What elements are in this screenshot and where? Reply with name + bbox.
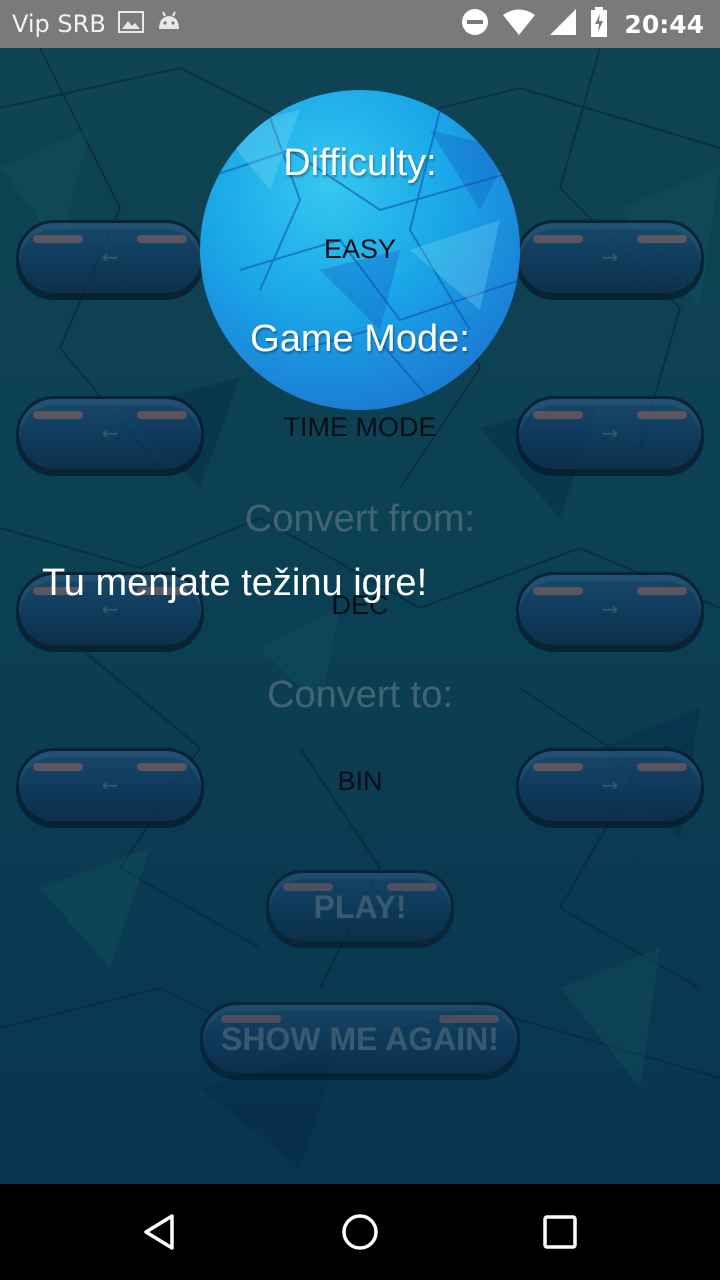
navigation-bar — [0, 1184, 720, 1280]
status-bar: Vip SRB 20:44 — [0, 0, 720, 48]
carrier-name: Vip SRB — [12, 10, 106, 38]
showcase-spotlight[interactable]: Difficulty: EASY Game Mode: — [200, 90, 520, 410]
clock: 20:44 — [624, 9, 704, 39]
game-screen: Convert from: Convert to: TIME MODE DEC … — [0, 48, 720, 1184]
battery-charging-icon — [590, 7, 608, 41]
android-icon — [156, 9, 182, 39]
back-icon[interactable] — [136, 1208, 184, 1256]
home-icon[interactable] — [336, 1208, 384, 1256]
do-not-disturb-icon — [460, 7, 490, 41]
wifi-icon — [502, 8, 536, 40]
difficulty-value: EASY — [323, 234, 397, 264]
recents-icon[interactable] — [536, 1208, 584, 1256]
showcase-hint: Tu menjate težinu igre! — [42, 562, 428, 604]
signal-icon — [548, 7, 578, 41]
game-mode-label: Game Mode: — [250, 318, 470, 360]
image-icon — [117, 11, 144, 37]
difficulty-label: Difficulty: — [283, 142, 437, 184]
